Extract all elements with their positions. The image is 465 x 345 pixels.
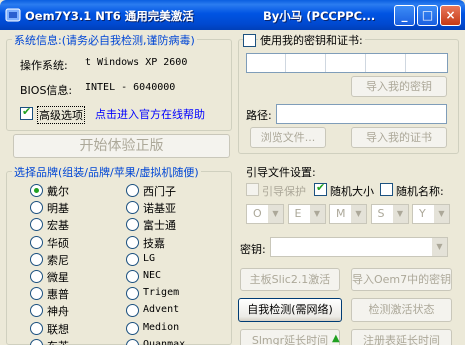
browse-file-button[interactable]: 浏览文件... [250,127,326,148]
close-button[interactable]: × [440,5,461,26]
brand-label[interactable]: 技嘉 [143,235,165,251]
brand-label[interactable]: 微星 [47,269,69,285]
brand-label[interactable]: 华硕 [47,235,69,251]
chevron-down-icon: ▼ [268,205,283,223]
brand-radio[interactable] [30,321,43,335]
window-title-author: By小马 (PCCPPC... [263,9,376,23]
brand-label[interactable]: 诺基亚 [143,200,176,216]
brand-label[interactable]: 戴尔 [47,183,69,199]
brand-radio[interactable] [126,252,139,266]
random-name-checkbox[interactable] [380,183,393,196]
check-activation-status-button[interactable]: 检测激活状态 [351,298,452,322]
chevron-down-icon: ▼ [392,205,408,223]
name-char-select[interactable]: S ▼ [370,204,409,224]
brand-label[interactable]: 索尼 [47,252,69,268]
key-input[interactable] [246,53,448,73]
import-oem-key-button[interactable]: 导入Oem7中的密钥 [351,268,452,291]
activation-key-label: 密钥: [240,243,266,256]
brand-radio[interactable] [126,235,139,249]
advanced-option-checkbox[interactable] [20,105,33,120]
brand-radio[interactable] [30,270,43,283]
brand-label[interactable]: Quanmax [143,339,185,345]
random-size-checkbox[interactable] [314,181,327,196]
import-cert-button[interactable]: 导入我的证书 [351,127,447,148]
os-value: t Windows XP 2600 [85,57,188,68]
brand-label[interactable]: 明基 [47,200,69,216]
brand-radio[interactable] [30,252,43,266]
name-char-select[interactable]: Y ▼ [412,204,450,224]
brand-label[interactable]: 宏基 [47,217,69,233]
random-size-label: 随机大小 [330,185,374,198]
window-title: Oem7Y3.1 NT6 通用完美激活 [25,9,194,23]
slmgr-extend-button[interactable]: Slmgr延长时间 [240,329,340,345]
brand-label[interactable]: 富士通 [143,217,176,233]
use-my-key-checkbox[interactable] [243,34,256,47]
chevron-down-icon: ▼ [432,238,447,256]
boot-protect-label: 引导保护 [262,185,306,198]
os-label: 操作系统: [20,59,68,72]
chevron-down-icon: ▼ [434,205,449,223]
brand-radio[interactable] [126,270,139,283]
brand-radio[interactable] [126,321,139,335]
brand-label[interactable]: 惠普 [47,286,69,302]
advanced-option-label[interactable]: 高级选项 [37,106,85,124]
brand-radio[interactable] [30,184,43,197]
brand-radio[interactable] [126,184,139,197]
name-char-select[interactable]: O ▼ [246,204,284,224]
activation-key-select[interactable]: ▼ [270,237,448,257]
bios-label: BIOS信息: [20,84,73,97]
brand-label[interactable]: NEC [143,270,161,281]
name-char-select[interactable]: E ▼ [287,204,326,224]
slic-activate-button[interactable]: 主板Slic2.1激活 [240,268,340,291]
name-char-select[interactable]: M ▼ [329,204,367,224]
brand-label[interactable]: LG [143,253,155,264]
app-icon [5,8,21,22]
use-my-key-label[interactable]: 使用我的密钥和证书: [258,32,365,48]
random-name-label: 随机名称: [396,185,444,198]
registry-extend-button[interactable]: 注册表延长时间 [351,329,452,345]
self-check-button[interactable]: 自我检测(需网络) [238,298,342,322]
brand-label[interactable]: Advent [143,304,179,315]
start-genuine-button[interactable]: 开始体验正版 [13,134,230,158]
help-link[interactable]: 点击进入官方在线帮助 [95,106,205,122]
brand-label[interactable]: 联想 [47,321,69,337]
path-input[interactable] [276,104,447,124]
boot-settings-heading: 引导文件设置: [246,166,316,179]
minimize-button[interactable]: _ [394,5,415,26]
chevron-down-icon: ▼ [351,205,366,223]
brand-label[interactable]: 西门子 [143,183,176,199]
brand-heading: 选择品牌(组装/品牌/苹果/虚拟机随便) [12,164,201,180]
brand-label[interactable]: Trigem [143,287,179,298]
title-bar[interactable]: Oem7Y3.1 NT6 通用完美激活 By小马 (PCCPPC... _ □ … [0,0,465,30]
boot-protect-checkbox[interactable] [246,183,259,196]
brand-radio[interactable] [30,235,43,249]
system-info-heading: 系统信息:(请务必自我检测,谨防病毒) [12,32,197,48]
maximize-button[interactable]: □ [417,5,438,26]
up-arrow-icon: ▲ [332,333,340,344]
path-label: 路径: [246,109,272,122]
brand-label[interactable]: 东芝 [47,338,69,345]
brand-label[interactable]: Medion [143,322,179,333]
brand-label[interactable]: 神舟 [47,303,69,319]
chevron-down-icon: ▼ [309,205,325,223]
import-key-button[interactable]: 导入我的密钥 [351,76,447,97]
bios-value: INTEL - 6040000 [85,82,176,93]
